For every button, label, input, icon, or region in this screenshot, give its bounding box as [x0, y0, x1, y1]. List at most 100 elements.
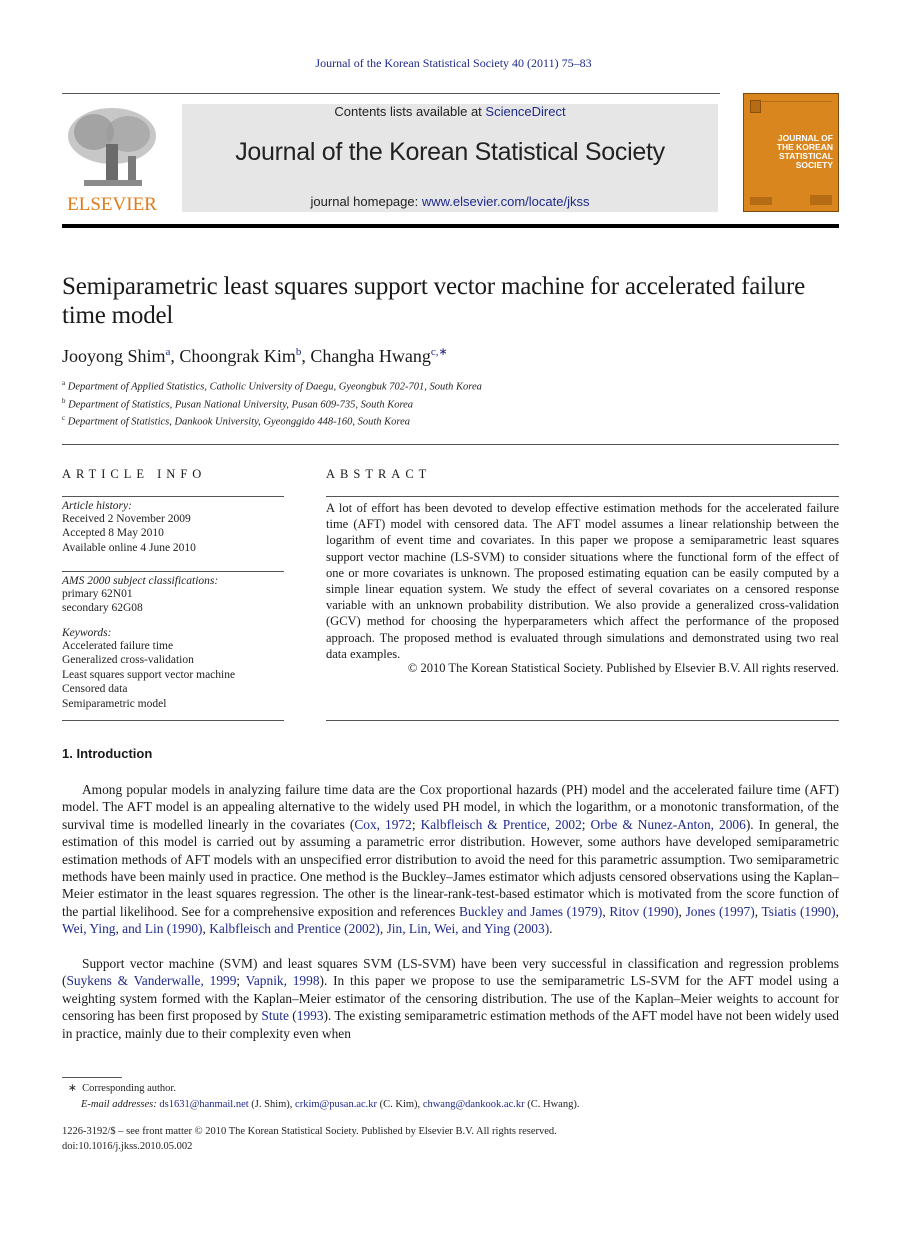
- cover-society-emblem-icon: [810, 195, 832, 205]
- citation-link[interactable]: Cox, 1972: [354, 817, 411, 832]
- ams-secondary: secondary 62G08: [62, 602, 143, 615]
- elsevier-tree-icon: [68, 108, 156, 186]
- abstract-text: A lot of effort has been devoted to deve…: [326, 501, 839, 661]
- affiliation-mark: c: [62, 414, 66, 422]
- email-link[interactable]: crkim@pusan.ac.kr: [295, 1099, 377, 1110]
- citation-link[interactable]: Suykens & Vanderwalle, 1999: [66, 973, 236, 988]
- article-info-rule: [62, 571, 284, 572]
- masthead-top-rule: [62, 93, 720, 94]
- cover-strip: [762, 101, 832, 102]
- citation-link[interactable]: Kalbfleisch & Prentice, 2002: [421, 817, 582, 832]
- masthead-divider: [62, 224, 839, 228]
- footnote-rule: [62, 1077, 122, 1078]
- affiliation-text: Department of Applied Statistics, Cathol…: [67, 381, 482, 393]
- citation-link[interactable]: Orbe & Nunez-Anton, 2006: [591, 817, 746, 832]
- article-title: Semiparametric least squares support vec…: [62, 273, 805, 329]
- author-name: Changha Hwang: [310, 346, 431, 366]
- citation-link[interactable]: Buckley and James (1979): [459, 904, 602, 919]
- doi-link[interactable]: doi:10.1016/j.jkss.2010.05.002: [62, 1141, 192, 1152]
- intro-paragraph-2: Support vector machine (SVM) and least s…: [62, 955, 839, 1042]
- author-name: Jooyong Shim: [62, 346, 166, 366]
- article-info-heading: ARTICLE INFO: [62, 467, 207, 481]
- author-affiliation-mark[interactable]: a: [166, 346, 171, 358]
- text: ,: [754, 903, 762, 919]
- article-info-rule: [62, 496, 284, 497]
- text: ,: [835, 903, 839, 919]
- affiliation-mark: b: [62, 397, 66, 405]
- journal-name: Journal of the Korean Statistical Societ…: [235, 138, 665, 166]
- homepage-prefix: journal homepage:: [310, 194, 422, 209]
- elsevier-wordmark: ELSEVIER: [67, 194, 157, 215]
- issn-line: 1226-3192/$ – see front matter © 2010 Th…: [62, 1126, 557, 1137]
- keyword: Semiparametric model: [62, 697, 167, 710]
- corresponding-text: Corresponding author.: [82, 1083, 176, 1094]
- citation-link[interactable]: Ritov (1990): [609, 904, 678, 919]
- affiliation: a Department of Applied Statistics, Cath…: [62, 379, 482, 393]
- author-affiliation-mark[interactable]: c,∗: [431, 346, 448, 358]
- affiliation: c Department of Statistics, Dankook Univ…: [62, 414, 410, 428]
- journal-masthead: Contents lists available at ScienceDirec…: [182, 104, 718, 212]
- email-owner: (C. Kim),: [377, 1099, 423, 1110]
- running-head[interactable]: Journal of the Korean Statistical Societ…: [0, 56, 907, 71]
- contents-prefix: Contents lists available at: [334, 104, 486, 119]
- journal-cover-image: JOURNAL OF THE KOREAN STATISTICAL SOCIET…: [743, 93, 839, 212]
- abstract-copyright: © 2010 The Korean Statistical Society. P…: [407, 661, 839, 675]
- email-owner: (C. Hwang).: [524, 1099, 580, 1110]
- text: ,: [678, 903, 686, 919]
- article-history-label: Article history:: [62, 500, 132, 512]
- cover-sciencedirect-logo-icon: [750, 197, 772, 205]
- corresponding-author-note: ∗ Corresponding author.: [68, 1082, 176, 1094]
- affiliation-text: Department of Statistics, Pusan National…: [68, 399, 414, 411]
- citation-link[interactable]: Jones (1997): [686, 904, 755, 919]
- text: ;: [581, 816, 591, 832]
- journal-homepage-link[interactable]: www.elsevier.com/locate/jkss: [422, 194, 590, 209]
- keyword: Generalized cross-validation: [62, 654, 194, 667]
- text: (: [288, 1008, 297, 1024]
- text: .: [549, 921, 553, 937]
- intro-paragraph-1: Among popular models in analyzing failur…: [62, 781, 839, 938]
- header-divider: [62, 444, 839, 445]
- sciencedirect-link[interactable]: ScienceDirect: [485, 104, 565, 119]
- abstract-heading: ABSTRACT: [326, 467, 432, 481]
- author-affiliation-mark[interactable]: b: [296, 346, 302, 358]
- affiliation-text: Department of Statistics, Dankook Univer…: [67, 416, 411, 428]
- email-owner: (J. Shim),: [248, 1099, 296, 1110]
- keyword: Censored data: [62, 683, 128, 696]
- email-link[interactable]: ds1631@hanmail.net: [159, 1099, 248, 1110]
- article-history: Article history: Received 2 November 200…: [62, 500, 284, 555]
- online-date: Available online 4 June 2010: [62, 541, 196, 554]
- affiliation-mark: a: [62, 379, 66, 387]
- citation-link[interactable]: Tsiatis (1990): [762, 904, 836, 919]
- footnote-mark: ∗: [68, 1083, 77, 1094]
- affiliation: b Department of Statistics, Pusan Nation…: [62, 397, 413, 411]
- keywords-label: Keywords:: [62, 627, 112, 639]
- cover-line: SOCIETY: [795, 160, 833, 170]
- keyword: Least squares support vector machine: [62, 668, 236, 681]
- citation-link[interactable]: Stute: [261, 1008, 289, 1023]
- citation-link[interactable]: 1993: [297, 1008, 324, 1023]
- citation-link[interactable]: Wei, Ying, and Lin (1990): [62, 921, 203, 936]
- cover-title: JOURNAL OF THE KOREAN STATISTICAL SOCIET…: [777, 134, 833, 170]
- citation-link[interactable]: Jin, Lin, Wei, and Ying (2003): [387, 921, 550, 936]
- cover-thumbnail-icon: [750, 100, 761, 113]
- received-date: Received 2 November 2009: [62, 513, 191, 525]
- email-link[interactable]: chwang@dankook.ac.kr: [423, 1099, 525, 1110]
- keywords: Keywords: Accelerated failure time Gener…: [62, 627, 284, 711]
- elsevier-logo: ELSEVIER: [62, 104, 162, 215]
- text: ;: [411, 816, 421, 832]
- keyword: Accelerated failure time: [62, 640, 174, 652]
- abstract-rule: [326, 720, 839, 721]
- abstract-rule: [326, 496, 839, 497]
- author-list: Jooyong Shima, Choongrak Kimb, Changha H…: [62, 346, 448, 366]
- homepage-line: journal homepage: www.elsevier.com/locat…: [182, 194, 718, 209]
- text: ;: [236, 973, 246, 989]
- ams-classifications: AMS 2000 subject classifications: primar…: [62, 575, 284, 616]
- text: ,: [379, 921, 387, 937]
- contents-line: Contents lists available at ScienceDirec…: [182, 104, 718, 119]
- accepted-date: Accepted 8 May 2010: [62, 527, 164, 540]
- citation-link[interactable]: Kalbfleisch and Prentice (2002): [209, 921, 380, 936]
- ams-label: AMS 2000 subject classifications:: [62, 575, 219, 587]
- citation-link[interactable]: Vapnik, 1998: [246, 973, 320, 988]
- author-name: Choongrak Kim: [179, 346, 296, 366]
- email-label: E-mail addresses:: [81, 1099, 157, 1110]
